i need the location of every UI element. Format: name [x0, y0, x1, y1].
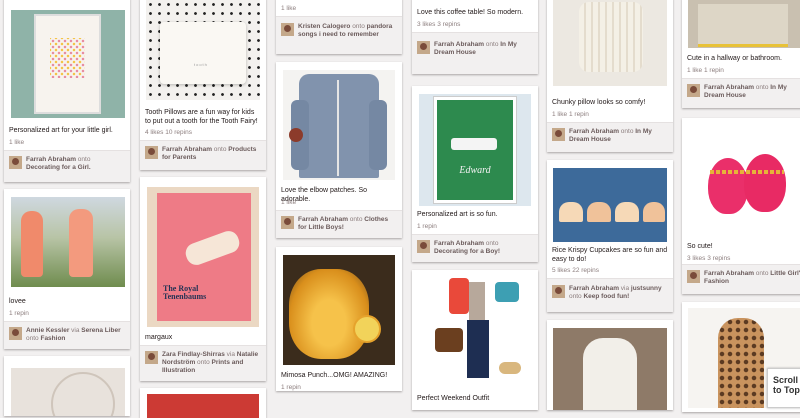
- pin-stats: 1 repin: [281, 384, 301, 391]
- scroll-to-top-button[interactable]: Scroll to Top: [767, 368, 800, 408]
- pin-card[interactable]: Mimosa Punch...OMG! AMAZING! 1 repin: [276, 247, 402, 391]
- pin-card[interactable]: tooth Tooth Pillows are a fun way for ki…: [140, 0, 266, 170]
- board-link[interactable]: Decorating for a Girl.: [26, 164, 91, 171]
- board-link[interactable]: Keep food fun!: [583, 293, 629, 300]
- pin-description: Love this coffee table! So modern.: [417, 9, 524, 16]
- pin-image[interactable]: [419, 272, 531, 388]
- pin-card[interactable]: The Royal Tenenbaums margaux Zara Findla…: [140, 177, 266, 381]
- pin-image[interactable]: [283, 70, 395, 180]
- pin-stats: 4 likes 10 repins: [145, 129, 192, 136]
- pin-stats: 1 like 1 repin: [552, 111, 589, 118]
- avatar[interactable]: [9, 327, 22, 340]
- pinner-name[interactable]: Farrah Abraham: [26, 156, 76, 163]
- avatar[interactable]: [552, 285, 565, 298]
- pin-attribution: Farrah Abraham onto Clothes for Little B…: [276, 210, 402, 238]
- pin-description: Chunky pillow looks so comfy!: [552, 99, 646, 106]
- pin-image[interactable]: tooth: [146, 0, 260, 100]
- pin-attribution: Farrah Abraham onto Decorating for a Boy…: [412, 234, 538, 262]
- pin-image[interactable]: [688, 0, 800, 48]
- pin-card[interactable]: Cute in a hallway or bathroom. 1 like 1 …: [682, 0, 800, 108]
- pin-card[interactable]: So cute! 3 likes 3 repins Farrah Abraham…: [682, 118, 800, 294]
- pin-stats: 3 likes 3 repins: [687, 255, 731, 262]
- avatar[interactable]: [9, 156, 22, 169]
- pin-card[interactable]: Rice Krispy Cupcakes are so fun and easy…: [547, 160, 673, 312]
- avatar[interactable]: [687, 270, 700, 283]
- avatar[interactable]: [281, 216, 294, 229]
- pin-description: Tooth Pillows are a fun way for kids to …: [145, 109, 258, 125]
- board-link[interactable]: Fashion: [40, 335, 65, 342]
- pin-description: Mimosa Punch...OMG! AMAZING!: [281, 372, 388, 379]
- pin-stats: 1 repin: [9, 310, 29, 317]
- pin-attribution: Zara Findlay-Shirras via Natalie Nordstr…: [140, 345, 266, 381]
- pin-attribution: Farrah Abraham onto In My Dream House: [547, 122, 673, 152]
- pin-card[interactable]: Love the elbow patches. So adorable. 1 l…: [276, 62, 402, 238]
- pin-card[interactable]: [4, 356, 130, 416]
- pin-image[interactable]: [553, 168, 667, 242]
- avatar[interactable]: [281, 23, 294, 36]
- pin-image[interactable]: [283, 255, 395, 365]
- pin-description: lovee: [9, 298, 26, 305]
- avatar[interactable]: [552, 128, 565, 141]
- pin-stats: 1 repin: [417, 223, 437, 230]
- pin-attribution: Farrah Abraham onto Little Girl's Fashio…: [682, 264, 800, 294]
- pin-card[interactable]: Edward Personalized art is so fun. 1 rep…: [412, 86, 538, 262]
- pin-image[interactable]: The Royal Tenenbaums: [147, 187, 259, 327]
- pin-image[interactable]: [553, 328, 667, 410]
- pin-image[interactable]: Edward: [419, 94, 531, 206]
- pin-image[interactable]: [11, 197, 125, 287]
- pin-stats: 3 likes 3 repins: [417, 21, 461, 28]
- pin-card[interactable]: Love this coffee table! So modern. 3 lik…: [412, 0, 538, 74]
- pin-image[interactable]: [11, 10, 125, 118]
- pin-attribution: Kristen Calogero onto pandora songs i ne…: [276, 16, 402, 54]
- pin-description: Love the elbow patches. So adorable.: [281, 187, 368, 203]
- poster-title: The Royal Tenenbaums: [163, 284, 207, 301]
- pin-attribution: Farrah Abraham onto In My Dream House: [682, 78, 800, 108]
- pin-stats: 1 like: [281, 5, 297, 12]
- pin-card[interactable]: [547, 320, 673, 410]
- art-text: Edward: [459, 165, 491, 176]
- pin-description: So cute!: [687, 243, 713, 250]
- avatar[interactable]: [145, 351, 158, 364]
- avatar[interactable]: [417, 240, 430, 253]
- pin-image[interactable]: [688, 124, 800, 232]
- pin-card[interactable]: 1 like Kristen Calogero onto pandora son…: [276, 0, 402, 54]
- pin-card[interactable]: Chunky pillow looks so comfy! 1 like 1 r…: [547, 0, 673, 152]
- pin-description: Rice Krispy Cupcakes are so fun and easy…: [552, 247, 668, 263]
- pin-description: Personalized art is so fun.: [417, 211, 498, 218]
- pin-card[interactable]: Perfect Weekend Outfit: [412, 270, 538, 410]
- pin-stats: 1 like: [9, 139, 25, 146]
- pin-attribution: Farrah Abraham onto Decorating for a Gir…: [4, 150, 130, 182]
- pin-image[interactable]: [11, 368, 125, 416]
- pin-stats: 1 like: [281, 199, 297, 206]
- pin-description: margaux: [145, 334, 173, 341]
- pin-attribution: Annie Kessler via Serena Liber onto Fash…: [4, 321, 130, 349]
- pin-image[interactable]: [147, 394, 259, 418]
- board-link[interactable]: Decorating for a Boy!: [434, 248, 500, 255]
- pin-image[interactable]: [553, 0, 667, 86]
- pin-attribution: Farrah Abraham onto In My Dream House: [412, 32, 538, 74]
- pin-card[interactable]: [140, 388, 266, 418]
- pin-stats: 5 likes 22 repins: [552, 267, 599, 274]
- avatar[interactable]: [145, 146, 158, 159]
- pillow-text: tooth: [194, 62, 208, 67]
- pin-attribution: Farrah Abraham onto Products for Parents: [140, 140, 266, 170]
- avatar[interactable]: [687, 84, 700, 97]
- pin-description: Personalized art for your little girl.: [9, 127, 113, 134]
- pin-stats: 1 like 1 repin: [687, 67, 724, 74]
- pin-card[interactable]: Personalized art for your little girl. 1…: [4, 0, 130, 182]
- pin-description: Perfect Weekend Outfit: [417, 395, 490, 402]
- pin-card[interactable]: lovee 1 repin Annie Kessler via Serena L…: [4, 189, 130, 349]
- avatar[interactable]: [417, 41, 430, 54]
- pin-attribution: Farrah Abraham via justsunny onto Keep f…: [547, 278, 673, 312]
- pin-description: Cute in a hallway or bathroom.: [687, 55, 782, 62]
